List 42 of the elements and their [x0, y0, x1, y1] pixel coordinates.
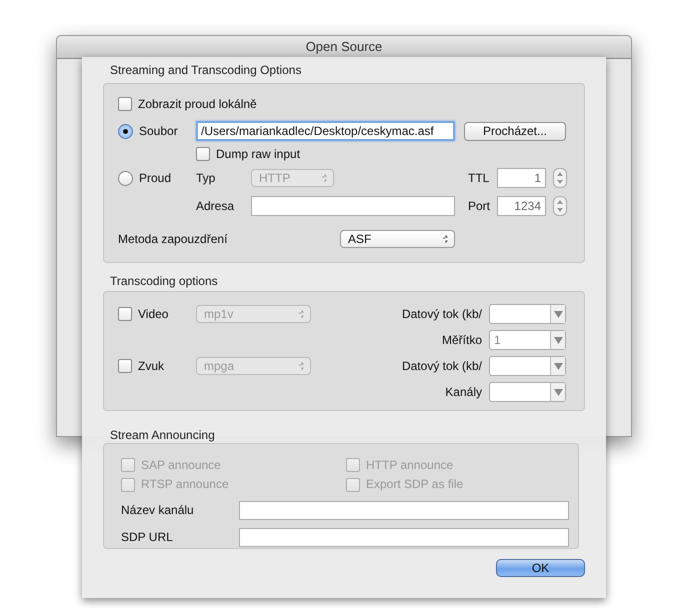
file-path-field[interactable]: /Users/mariankadlec/Desktop/ceskymac.asf	[196, 121, 455, 141]
field-label: Název kanálu	[121, 503, 195, 518]
field-label: Kanály	[444, 384, 483, 400]
checkbox-label: Zobrazit proud lokálně	[138, 96, 257, 112]
radio-button[interactable]	[118, 124, 133, 138]
checkbox-label: HTTP announce	[366, 458, 454, 472]
checkbox-label: Video	[138, 306, 168, 322]
section-title: Transcoding options	[110, 274, 219, 289]
field-label: Datový tok (kb/	[400, 306, 483, 322]
radio-label: Proud	[139, 170, 172, 186]
checkbox-label: Export SDP as file	[366, 477, 464, 492]
window-title: Open Source	[306, 39, 382, 55]
radio-button[interactable]	[118, 170, 133, 186]
field-label: Typ	[196, 170, 216, 186]
field-label: Metoda zapouzdření	[118, 232, 228, 246]
checkbox[interactable]	[196, 146, 210, 161]
radio-label: Soubor	[139, 124, 178, 138]
combo-box[interactable]	[489, 356, 566, 376]
checkbox-label: SAP announce	[141, 458, 221, 472]
section-title: Streaming and Transcoding Options	[110, 63, 302, 78]
section-title: Stream Announcing	[110, 428, 216, 443]
browse-button[interactable]: Procházet...	[464, 122, 566, 140]
field-label: Port	[468, 198, 492, 214]
field-label: SDP URL	[121, 530, 174, 544]
field-label: Adresa	[196, 198, 236, 214]
text-field[interactable]	[251, 196, 455, 216]
text-field[interactable]	[239, 500, 569, 520]
text-field[interactable]	[239, 528, 569, 547]
ok-button[interactable]: OK	[496, 559, 585, 577]
stepper-control[interactable]	[553, 196, 567, 216]
combo-box[interactable]	[489, 304, 566, 324]
checkbox-label: RTSP announce	[141, 477, 229, 492]
stepper-control[interactable]	[553, 168, 567, 188]
field-label: Měřítko	[440, 332, 483, 348]
combo-box[interactable]: 1	[489, 330, 566, 350]
checkbox-label: Dump raw input	[216, 146, 300, 162]
field-label: Datový tok (kb/	[400, 358, 483, 374]
checkbox[interactable]	[118, 96, 132, 111]
field-label: TTL	[468, 170, 490, 186]
combo-box[interactable]	[489, 382, 566, 402]
checkbox-label: Zvuk	[138, 358, 164, 374]
popup-button[interactable]: ASF	[340, 230, 455, 248]
